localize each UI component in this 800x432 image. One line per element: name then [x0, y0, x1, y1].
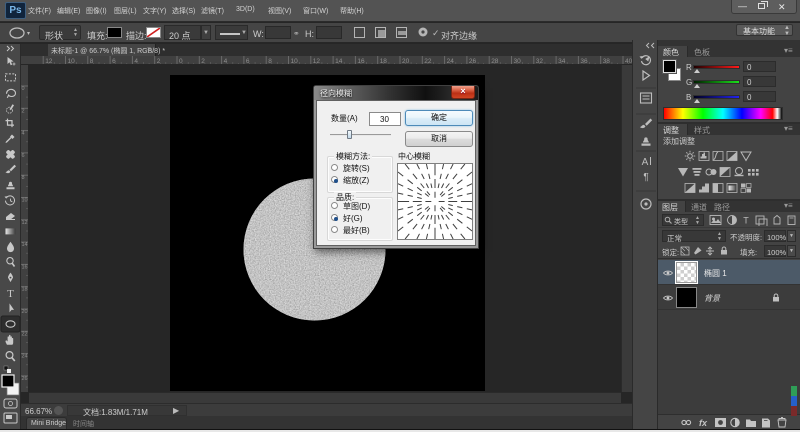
svg-text:24: 24 — [22, 354, 28, 360]
svg-text:T: T — [743, 216, 749, 226]
svg-text:22: 22 — [22, 331, 28, 337]
svg-text:14: 14 — [22, 242, 28, 248]
svg-text:16: 16 — [22, 264, 28, 270]
svg-text:26: 26 — [22, 376, 28, 382]
svg-text:4: 4 — [22, 131, 25, 137]
svg-text:18: 18 — [22, 287, 28, 293]
svg-text:T: T — [7, 288, 14, 300]
svg-text:12: 12 — [22, 220, 28, 226]
svg-text:2: 2 — [22, 108, 25, 114]
svg-text:¶: ¶ — [643, 172, 648, 183]
svg-text:A: A — [642, 157, 649, 168]
svg-text:8: 8 — [22, 175, 25, 181]
svg-text:6: 6 — [22, 153, 25, 159]
svg-text:fx: fx — [699, 418, 708, 428]
svg-text:0: 0 — [22, 86, 25, 92]
svg-text:10: 10 — [22, 198, 28, 204]
svg-text:20: 20 — [22, 309, 28, 315]
